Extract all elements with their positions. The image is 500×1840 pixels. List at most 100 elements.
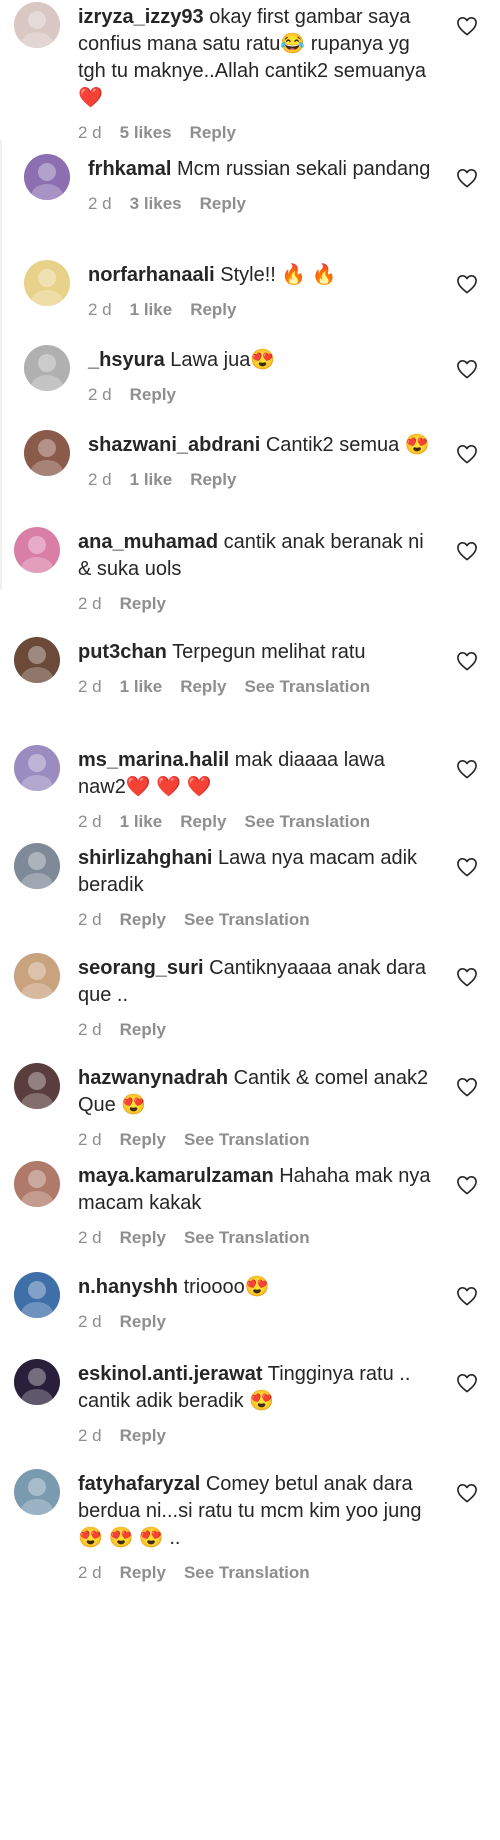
avatar[interactable]	[14, 1161, 60, 1207]
comment-body: ms_marina.halil mak diaaaa lawa naw2❤️ ❤…	[78, 747, 436, 833]
avatar[interactable]	[14, 1063, 60, 1109]
like-heart-icon[interactable]	[456, 274, 478, 294]
comment-username[interactable]: izryza_izzy93	[78, 6, 204, 28]
avatar[interactable]	[14, 1469, 60, 1515]
see-translation-button[interactable]: See Translation	[244, 677, 370, 696]
reply-button[interactable]: Reply	[120, 1563, 166, 1582]
comment-text-block: maya.kamarulzaman Hahaha mak nya macam k…	[78, 1163, 436, 1217]
comment-body: norfarhanaali Style!! 🔥 🔥 2 d 1 like Reply	[88, 262, 436, 321]
comment-text-block: put3chan Terpegun melihat ratu	[78, 639, 436, 666]
avatar[interactable]	[14, 1359, 60, 1405]
like-heart-icon[interactable]	[456, 1483, 478, 1503]
comment-time: 2 d	[88, 194, 112, 213]
see-translation-button[interactable]: See Translation	[184, 1130, 310, 1149]
reply-thread-line	[0, 140, 2, 590]
likes-count[interactable]: 1 like	[130, 300, 173, 319]
avatar[interactable]	[14, 2, 60, 48]
avatar[interactable]	[14, 637, 60, 683]
comment-username[interactable]: shazwani_abdrani	[88, 434, 260, 456]
reply-button[interactable]: Reply	[120, 1426, 166, 1445]
reply-button[interactable]: Reply	[130, 385, 176, 404]
comment-time: 2 d	[78, 1312, 102, 1331]
comment-username[interactable]: eskinol.anti.jerawat	[78, 1363, 263, 1385]
comment-username[interactable]: put3chan	[78, 641, 167, 663]
comment-username[interactable]: fatyhafaryzal	[78, 1473, 200, 1495]
comment-meta: 2 d Reply	[78, 1311, 436, 1333]
likes-count[interactable]: 1 like	[120, 677, 163, 696]
reply-button[interactable]: Reply	[120, 910, 166, 929]
comment-username[interactable]: _hsyura	[88, 349, 165, 371]
comment-username[interactable]: hazwanynadrah	[78, 1067, 228, 1089]
see-translation-button[interactable]: See Translation	[244, 812, 370, 831]
likes-count[interactable]: 5 likes	[120, 123, 172, 142]
reply-button[interactable]: Reply	[120, 1312, 166, 1331]
comment-username[interactable]: n.hanyshh	[78, 1276, 178, 1298]
comment-body: eskinol.anti.jerawat Tingginya ratu .. c…	[78, 1361, 436, 1447]
comment-text-block: shirlizahghani Lawa nya macam adik berad…	[78, 845, 436, 899]
like-heart-icon[interactable]	[456, 444, 478, 464]
comment-meta: 2 d 5 likes Reply	[78, 122, 436, 144]
avatar[interactable]	[14, 843, 60, 889]
comment-username[interactable]: seorang_suri	[78, 957, 204, 979]
comment-time: 2 d	[78, 123, 102, 142]
reply-button[interactable]: Reply	[120, 1130, 166, 1149]
see-translation-button[interactable]: See Translation	[184, 1563, 310, 1582]
comment-username[interactable]: norfarhanaali	[88, 264, 215, 286]
reply-button[interactable]: Reply	[180, 812, 226, 831]
comment-time: 2 d	[88, 385, 112, 404]
comment-time: 2 d	[78, 812, 102, 831]
likes-count[interactable]: 3 likes	[130, 194, 182, 213]
reply-button[interactable]: Reply	[120, 1020, 166, 1039]
like-heart-icon[interactable]	[456, 1175, 478, 1195]
comment-text: trioooo😍	[183, 1276, 270, 1298]
like-heart-icon[interactable]	[456, 1286, 478, 1306]
comment-username[interactable]: shirlizahghani	[78, 847, 212, 869]
avatar[interactable]	[14, 1272, 60, 1318]
see-translation-button[interactable]: See Translation	[184, 1228, 310, 1247]
comment-time: 2 d	[78, 910, 102, 929]
comment-text: Terpegun melihat ratu	[172, 641, 366, 663]
like-heart-icon[interactable]	[456, 16, 478, 36]
avatar[interactable]	[24, 345, 70, 391]
comment-username[interactable]: frhkamal	[88, 158, 171, 180]
comment-body: maya.kamarulzaman Hahaha mak nya macam k…	[78, 1163, 436, 1249]
like-heart-icon[interactable]	[456, 759, 478, 779]
like-heart-icon[interactable]	[456, 168, 478, 188]
comment-time: 2 d	[88, 300, 112, 319]
comment-username[interactable]: ms_marina.halil	[78, 749, 229, 771]
like-heart-icon[interactable]	[456, 1373, 478, 1393]
comment-text: Cantik2 semua 😍	[265, 434, 430, 456]
reply-button[interactable]: Reply	[190, 300, 236, 319]
like-heart-icon[interactable]	[456, 1077, 478, 1097]
comment-meta: 2 d Reply See Translation	[78, 909, 436, 931]
reply-button[interactable]: Reply	[190, 123, 236, 142]
comment-username[interactable]: ana_muhamad	[78, 531, 218, 553]
like-heart-icon[interactable]	[456, 541, 478, 561]
reply-button[interactable]: Reply	[200, 194, 246, 213]
avatar[interactable]	[14, 745, 60, 791]
reply-button[interactable]: Reply	[120, 1228, 166, 1247]
comment-body: fatyhafaryzal Comey betul anak dara berd…	[78, 1471, 436, 1584]
comment-time: 2 d	[78, 1426, 102, 1445]
comment-text-block: n.hanyshh trioooo😍	[78, 1274, 436, 1301]
like-heart-icon[interactable]	[456, 651, 478, 671]
avatar[interactable]	[14, 953, 60, 999]
comment-body: put3chan Terpegun melihat ratu 2 d 1 like R…	[78, 639, 436, 698]
like-heart-icon[interactable]	[456, 967, 478, 987]
comment-meta: 2 d 1 like Reply	[88, 299, 436, 321]
reply-button[interactable]: Reply	[190, 470, 236, 489]
like-heart-icon[interactable]	[456, 857, 478, 877]
see-translation-button[interactable]: See Translation	[184, 910, 310, 929]
avatar[interactable]	[24, 154, 70, 200]
avatar[interactable]	[14, 527, 60, 573]
likes-count[interactable]: 1 like	[120, 812, 163, 831]
reply-button[interactable]: Reply	[120, 594, 166, 613]
likes-count[interactable]: 1 like	[130, 470, 173, 489]
avatar[interactable]	[24, 260, 70, 306]
comment-body: izryza_izzy93 okay first gambar saya con…	[78, 4, 436, 144]
like-heart-icon[interactable]	[456, 359, 478, 379]
avatar[interactable]	[24, 430, 70, 476]
comment-body: shirlizahghani Lawa nya macam adik berad…	[78, 845, 436, 931]
comment-username[interactable]: maya.kamarulzaman	[78, 1165, 274, 1187]
reply-button[interactable]: Reply	[180, 677, 226, 696]
